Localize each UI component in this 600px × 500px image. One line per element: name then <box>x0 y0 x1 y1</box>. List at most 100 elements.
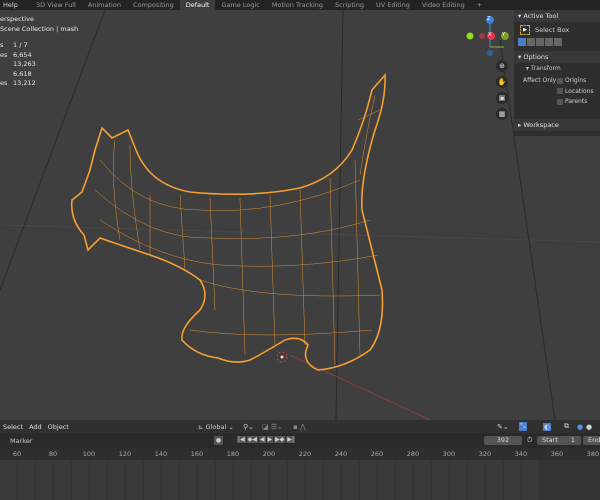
checkbox-origins[interactable]: Origins <box>557 76 594 87</box>
select-box-icon[interactable]: ▶ <box>520 25 530 35</box>
shading-solid-icon[interactable]: ● <box>586 423 592 431</box>
stat-row: 13,263 <box>0 60 78 70</box>
gizmo-y-label[interactable]: Y <box>502 32 505 38</box>
jump-start-button[interactable]: |◀ <box>237 436 246 443</box>
affect-only-label: Affect Only <box>523 77 557 84</box>
jump-end-button[interactable]: ▶| <box>286 436 295 443</box>
transform-label: Transform <box>530 65 561 72</box>
timeline-area[interactable] <box>0 460 600 500</box>
frame-gridline <box>269 460 270 500</box>
frame-gridline <box>71 460 72 500</box>
xray-icon[interactable]: ⧉ <box>564 422 569 431</box>
timeline-header: Marker ● |◀ ◆◀ ◀ ▶ ▶◆ ▶| 392 ⏱ Start 1 En… <box>0 433 600 448</box>
checkbox-label: Locations <box>565 87 594 95</box>
menu-add[interactable]: Add <box>26 423 45 431</box>
tab-video-editing[interactable]: Video Editing <box>416 0 471 10</box>
mode-intersect-icon[interactable] <box>554 38 562 46</box>
frame-gridline <box>485 460 486 500</box>
mode-new-icon[interactable] <box>518 38 526 46</box>
playback-controls: |◀ ◆◀ ◀ ▶ ▶◆ ▶| <box>237 436 295 443</box>
frame-gridline <box>593 460 594 500</box>
timeline-ruler[interactable]: 60 80 100 120 140 160 180 200 220 240 260 280 300 320… <box>0 448 600 460</box>
tab-uv-editing[interactable]: UV Editing <box>370 0 416 10</box>
frame-tick-label: 300 <box>442 450 456 458</box>
stat-row: s 1 / 7 <box>0 41 78 51</box>
orientation-dropdown[interactable]: ⊾ Global ⌄ <box>198 423 234 431</box>
start-frame-field[interactable]: Start 1 <box>537 436 581 445</box>
gizmo-toggle-icon[interactable]: ⤡ <box>519 422 527 431</box>
tab-default[interactable]: Default <box>179 0 216 10</box>
mode-extend-icon[interactable] <box>527 38 535 46</box>
prev-keyframe-button[interactable]: ◆◀ <box>246 436 258 443</box>
menu-select[interactable]: Select <box>0 423 26 431</box>
mode-subtract-icon[interactable] <box>536 38 544 46</box>
tab-game-logic[interactable]: Game Logic <box>215 0 265 10</box>
keyframe-record-button[interactable]: ● <box>214 436 223 445</box>
frame-gridline <box>143 460 144 500</box>
stopwatch-icon[interactable]: ⏱ <box>527 436 532 445</box>
active-tool-header[interactable]: ▾ Active Tool <box>514 10 600 22</box>
tab-animation[interactable]: Animation <box>82 0 127 10</box>
frame-gridline <box>287 460 288 500</box>
visibility-icon[interactable]: ✎⌄ <box>497 423 509 431</box>
play-reverse-button[interactable]: ◀ <box>258 436 266 443</box>
frame-gridline <box>125 460 126 500</box>
checkbox-label: Origins <box>565 77 587 84</box>
frame-gridline <box>215 460 216 500</box>
help-menu[interactable]: Help <box>0 0 30 10</box>
end-frame-field[interactable]: End <box>583 436 600 445</box>
stat-value: 13,212 <box>13 79 36 87</box>
workspace-tabs-bar: Help 3D View Full Animation Compositing Def… <box>0 0 600 10</box>
mode-invert-icon[interactable] <box>545 38 553 46</box>
frame-gridline <box>323 460 324 500</box>
pan-hand-icon[interactable]: ✋ <box>496 76 508 88</box>
shading-wireframe-icon[interactable]: ● <box>577 423 583 431</box>
frame-tick-label: 120 <box>118 450 132 458</box>
stat-row: 6,618 <box>0 70 78 80</box>
workspace-header[interactable]: ▸ Workspace <box>514 119 600 131</box>
3d-cursor-icon <box>276 351 288 363</box>
frame-gridline <box>413 460 414 500</box>
3d-viewport[interactable]: erspective Scene Collection | mash s 1 / … <box>0 10 600 420</box>
active-tool-label: Active Tool <box>523 12 559 20</box>
checkbox-parents[interactable]: Parents <box>557 97 594 108</box>
menu-object[interactable]: Object <box>45 423 72 431</box>
marker-menu[interactable]: Marker <box>10 437 32 445</box>
zoom-icon[interactable]: ⊕ <box>496 60 508 72</box>
frame-gridline <box>233 460 234 500</box>
frame-gridline <box>251 460 252 500</box>
gizmo-x-label[interactable]: X <box>488 32 491 38</box>
transform-subheader[interactable]: ▾ Transform <box>514 63 600 75</box>
pivot-icon[interactable]: ⚲⌄ <box>243 423 254 431</box>
tab-3d-view-full[interactable]: 3D View Full <box>30 0 82 10</box>
frame-gridline <box>503 460 504 500</box>
tab-motion-tracking[interactable]: Motion Tracking <box>266 0 329 10</box>
frame-gridline <box>341 460 342 500</box>
frame-tick-label: 360 <box>550 450 564 458</box>
checkbox-label: Parents <box>565 98 588 105</box>
checkbox-locations[interactable]: Locations <box>557 87 594 98</box>
play-button[interactable]: ▶ <box>266 436 274 443</box>
overlay-toggle-icon[interactable]: ◐ <box>543 422 552 431</box>
current-frame-field[interactable]: 392 <box>484 436 522 445</box>
viewport-header: Select Add Object ⊾ Global ⌄ ⚲⌄ ◪ ☰⌄ ▪ ⋀ ✎… <box>0 420 600 433</box>
start-value: 1 <box>570 436 575 444</box>
frame-gridline <box>53 460 54 500</box>
next-keyframe-button[interactable]: ▶◆ <box>274 436 286 443</box>
frame-tick-label: 60 <box>12 450 22 458</box>
checkbox-icon <box>557 98 563 105</box>
tab-compositing[interactable]: Compositing <box>127 0 180 10</box>
snap-icon[interactable]: ◪ ☰⌄ <box>262 423 283 431</box>
frame-tick-label: 240 <box>334 450 348 458</box>
stat-row: es 6,654 <box>0 51 78 61</box>
add-workspace-button[interactable]: + <box>471 0 488 10</box>
stat-label: es <box>0 79 8 87</box>
grid-perspective-icon[interactable]: ▦ <box>496 108 508 120</box>
gizmo-z-label[interactable]: Z <box>487 16 490 22</box>
options-header[interactable]: ▾ Options <box>514 51 600 63</box>
options-label: Options <box>523 53 549 61</box>
selection-mode-buttons <box>514 38 600 48</box>
tab-scripting[interactable]: Scripting <box>329 0 370 10</box>
proportional-edit-icon[interactable]: ▪ ⋀ <box>293 423 306 431</box>
camera-icon[interactable]: ▣ <box>496 92 508 104</box>
